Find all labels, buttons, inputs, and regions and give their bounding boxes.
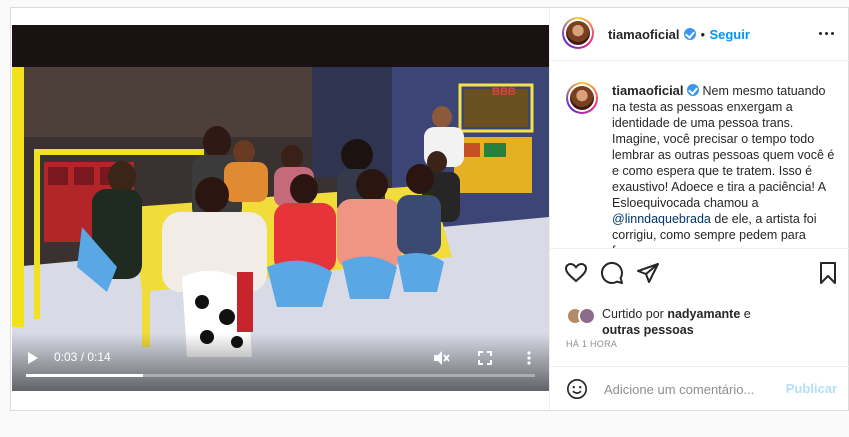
video-letterbox: [12, 25, 549, 67]
publish-button[interactable]: Publicar: [786, 381, 837, 396]
liked-by-prefix: Curtido por: [602, 307, 664, 321]
emoji-icon[interactable]: [566, 378, 588, 400]
share-icon[interactable]: [636, 261, 660, 285]
liked-by-user[interactable]: nadyamante: [667, 307, 740, 321]
separator-dot: •: [700, 27, 705, 42]
liker-avatar[interactable]: [578, 307, 596, 325]
post-sidebar: tiamaoficial • Seguir tiamaoficial Nem m…: [549, 8, 849, 410]
bookmark-icon[interactable]: [816, 261, 840, 285]
post-caption: tiamaoficial Nem mesmo tatuando na testa…: [566, 78, 838, 248]
bbb-watermark: BBB: [492, 86, 516, 98]
heart-icon[interactable]: [564, 261, 588, 285]
verified-badge-icon: [687, 84, 700, 96]
post-timestamp[interactable]: HÁ 1 HORA: [566, 339, 617, 349]
more-options-icon[interactable]: [819, 32, 835, 36]
video-controls: 0:03 / 0:14: [12, 333, 549, 391]
liked-by-others[interactable]: outras pessoas: [602, 323, 694, 337]
more-vertical-icon[interactable]: [520, 349, 538, 367]
liked-by-suffix: e: [743, 307, 751, 321]
caption-username[interactable]: tiamaoficial: [612, 83, 684, 98]
comment-icon[interactable]: [600, 261, 624, 285]
header-username[interactable]: tiamaoficial: [608, 27, 680, 42]
video-progress-bar[interactable]: [26, 374, 535, 377]
avatar[interactable]: [562, 17, 594, 49]
post-header: tiamaoficial • Seguir: [550, 8, 849, 61]
post-actions: Curtido por nadyamante e outras pessoas …: [550, 248, 849, 411]
post-card: BBB 0:03 / 0:14 tiamaoficial • Seguir ti…: [10, 7, 849, 411]
caption-text: Nem mesmo tatuando na testa as pessoas e…: [612, 84, 835, 210]
follow-button[interactable]: Seguir: [709, 27, 749, 42]
mention-link[interactable]: @linndaquebrada: [612, 212, 711, 226]
comment-input[interactable]: [602, 378, 776, 400]
video-time: 0:03 / 0:14: [54, 350, 111, 364]
post-video[interactable]: BBB 0:03 / 0:14: [12, 25, 549, 391]
verified-badge-icon: [683, 28, 696, 40]
play-icon[interactable]: [26, 350, 40, 366]
caption-avatar[interactable]: [566, 82, 598, 114]
likes-summary: Curtido por nadyamante e outras pessoas: [602, 306, 836, 338]
comment-box: Publicar: [550, 366, 849, 412]
fullscreen-icon[interactable]: [476, 349, 494, 367]
volume-muted-icon[interactable]: [432, 349, 450, 367]
video-progress-fill: [26, 374, 144, 377]
